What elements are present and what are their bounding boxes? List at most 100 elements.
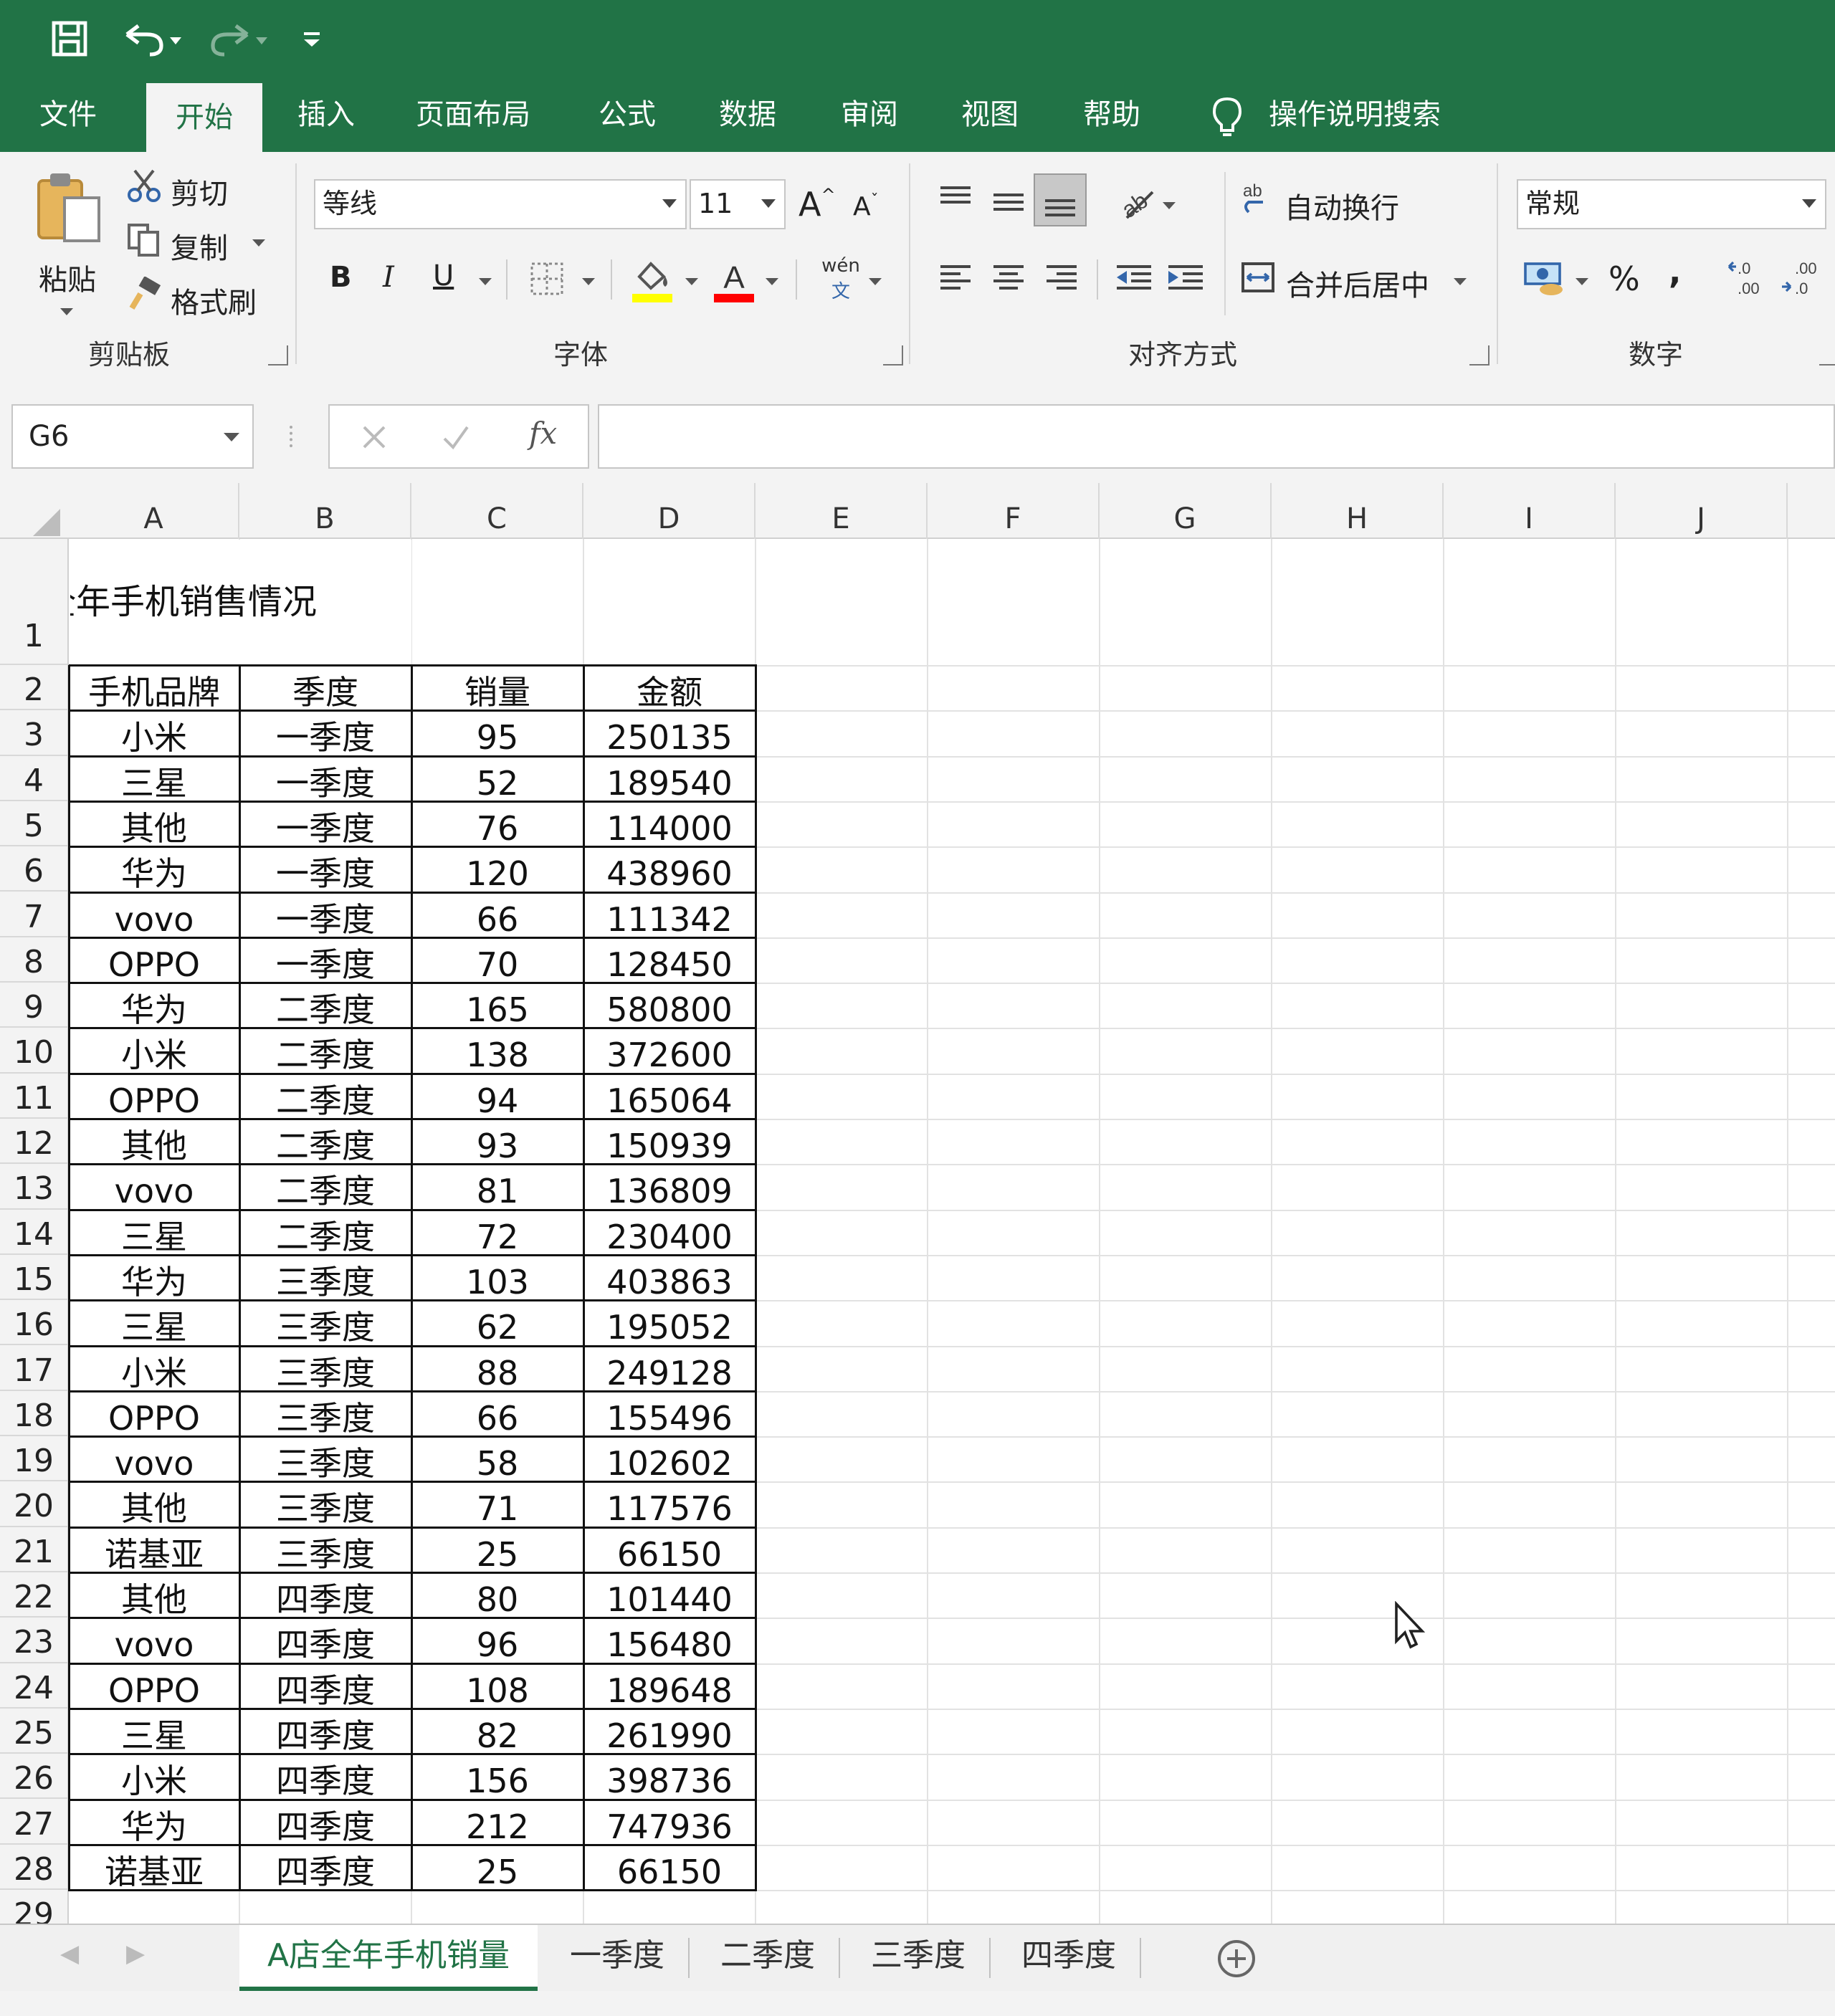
font-name-combo[interactable]: 等线 xyxy=(314,179,687,229)
align-middle-icon[interactable] xyxy=(991,183,1026,219)
table-cell[interactable]: 华为 xyxy=(69,846,239,892)
tab-review[interactable]: 审阅 xyxy=(823,77,916,152)
wrap-text-button[interactable]: ab 自动换行 xyxy=(1243,179,1415,226)
sheet-tab-q2[interactable]: 二季度 xyxy=(700,1925,836,1991)
font-color-icon[interactable]: A xyxy=(712,257,756,302)
table-cell[interactable]: 其他 xyxy=(69,801,239,846)
percent-button[interactable]: % xyxy=(1608,259,1640,298)
table-cell[interactable]: 66150 xyxy=(583,1845,756,1890)
table-cell[interactable]: 72 xyxy=(411,1210,583,1255)
table-cell[interactable]: 155496 xyxy=(583,1391,756,1436)
table-cell[interactable]: 189648 xyxy=(583,1663,756,1709)
table-cell[interactable]: 747936 xyxy=(583,1800,756,1845)
table-cell[interactable]: 249128 xyxy=(583,1346,756,1391)
table-cell[interactable]: vovo xyxy=(69,1436,239,1481)
row-header-25[interactable]: 25 xyxy=(0,1709,67,1754)
row-header-24[interactable]: 24 xyxy=(0,1663,67,1709)
redo-button[interactable] xyxy=(201,16,272,62)
comma-button[interactable]: , xyxy=(1669,252,1681,291)
table-cell[interactable]: 150939 xyxy=(583,1119,756,1164)
column-header-i[interactable]: I xyxy=(1444,483,1616,539)
table-header-cell[interactable]: 金额 xyxy=(583,665,756,710)
table-cell[interactable]: OPPO xyxy=(69,1663,239,1709)
table-cell[interactable]: 165064 xyxy=(583,1074,756,1119)
currency-icon[interactable] xyxy=(1522,258,1568,298)
table-cell[interactable]: 82 xyxy=(411,1709,583,1754)
row-header-19[interactable]: 19 xyxy=(0,1436,67,1482)
format-painter-button[interactable]: 格式刷 xyxy=(126,275,270,320)
table-cell[interactable]: 三星 xyxy=(69,1709,239,1754)
clipboard-launcher[interactable] xyxy=(268,345,288,366)
align-top-icon[interactable] xyxy=(938,183,973,219)
table-cell[interactable]: 66150 xyxy=(583,1527,756,1572)
row-header-20[interactable]: 20 xyxy=(0,1481,67,1527)
table-cell[interactable]: 117576 xyxy=(583,1481,756,1527)
table-cell[interactable]: 二季度 xyxy=(239,1074,411,1119)
insert-function-button[interactable]: fx xyxy=(529,416,557,451)
table-cell[interactable]: 111342 xyxy=(583,892,756,937)
table-cell[interactable]: 96 xyxy=(411,1618,583,1663)
table-cell[interactable]: vovo xyxy=(69,1618,239,1663)
row-header-28[interactable]: 28 xyxy=(0,1845,67,1891)
row-header-13[interactable]: 13 xyxy=(0,1164,67,1210)
table-cell[interactable]: 三季度 xyxy=(239,1527,411,1572)
column-header-e[interactable]: E xyxy=(756,483,928,539)
underline-button[interactable]: U xyxy=(433,259,454,292)
table-cell[interactable]: 189540 xyxy=(583,756,756,801)
borders-icon[interactable] xyxy=(529,261,565,297)
table-cell[interactable]: 四季度 xyxy=(239,1754,411,1799)
table-cell[interactable]: 其他 xyxy=(69,1572,239,1618)
table-cell[interactable]: OPPO xyxy=(69,1074,239,1119)
tab-view[interactable]: 视图 xyxy=(943,77,1036,152)
customize-qat-button[interactable] xyxy=(294,16,330,62)
table-header-cell[interactable]: 手机品牌 xyxy=(69,665,239,710)
column-header-a[interactable]: A xyxy=(69,483,239,539)
row-header-17[interactable]: 17 xyxy=(0,1346,67,1391)
table-cell[interactable]: 80 xyxy=(411,1572,583,1618)
cut-button[interactable]: 剪切 xyxy=(126,166,248,211)
row-header-23[interactable]: 23 xyxy=(0,1618,67,1663)
bold-button[interactable]: B xyxy=(330,261,352,294)
table-cell[interactable]: 二季度 xyxy=(239,1210,411,1255)
table-cell[interactable]: 二季度 xyxy=(239,1119,411,1164)
table-cell[interactable]: 136809 xyxy=(583,1164,756,1209)
table-cell[interactable]: 212 xyxy=(411,1800,583,1845)
table-cell[interactable]: 102602 xyxy=(583,1436,756,1481)
table-cell[interactable]: 二季度 xyxy=(239,1028,411,1073)
table-cell[interactable]: 华为 xyxy=(69,983,239,1028)
row-header-12[interactable]: 12 xyxy=(0,1119,67,1165)
table-cell[interactable]: 88 xyxy=(411,1346,583,1391)
table-cell[interactable]: 一季度 xyxy=(239,710,411,755)
align-center-icon[interactable] xyxy=(991,259,1026,295)
column-header-b[interactable]: B xyxy=(239,483,411,539)
select-all-icon[interactable] xyxy=(33,509,60,536)
table-cell[interactable]: 94 xyxy=(411,1074,583,1119)
table-cell[interactable]: 230400 xyxy=(583,1210,756,1255)
row-header-7[interactable]: 7 xyxy=(0,892,67,937)
table-cell[interactable]: 一季度 xyxy=(239,801,411,846)
table-cell[interactable]: 一季度 xyxy=(239,846,411,892)
number-format-combo[interactable]: 常规 xyxy=(1517,179,1826,229)
align-left-icon[interactable] xyxy=(938,259,973,295)
tell-me-search[interactable]: 操作说明搜索 xyxy=(1269,77,1455,152)
tab-home[interactable]: 开始 xyxy=(146,83,262,152)
decrease-indent-icon[interactable] xyxy=(1114,259,1154,295)
table-cell[interactable]: 403863 xyxy=(583,1255,756,1300)
table-cell[interactable]: 114000 xyxy=(583,801,756,846)
increase-indent-icon[interactable] xyxy=(1166,259,1206,295)
number-launcher[interactable] xyxy=(1819,345,1835,366)
table-header-cell[interactable]: 季度 xyxy=(239,665,411,710)
tab-file[interactable]: 文件 xyxy=(22,77,115,152)
increase-decimal-icon[interactable]: .0 .00 xyxy=(1726,258,1769,298)
table-cell[interactable]: 一季度 xyxy=(239,937,411,983)
tab-page-layout[interactable]: 页面布局 xyxy=(401,77,545,152)
table-cell[interactable]: 195052 xyxy=(583,1300,756,1345)
row-header-6[interactable]: 6 xyxy=(0,846,67,892)
table-cell[interactable]: 四季度 xyxy=(239,1845,411,1890)
table-cell[interactable]: 四季度 xyxy=(239,1663,411,1709)
grow-font-button[interactable]: A^ xyxy=(799,185,836,224)
table-cell[interactable]: 三季度 xyxy=(239,1346,411,1391)
table-cell[interactable]: 95 xyxy=(411,710,583,755)
sheet-tab-a-store[interactable]: A店全年手机销量 xyxy=(239,1925,538,1991)
table-cell[interactable]: 三季度 xyxy=(239,1255,411,1300)
